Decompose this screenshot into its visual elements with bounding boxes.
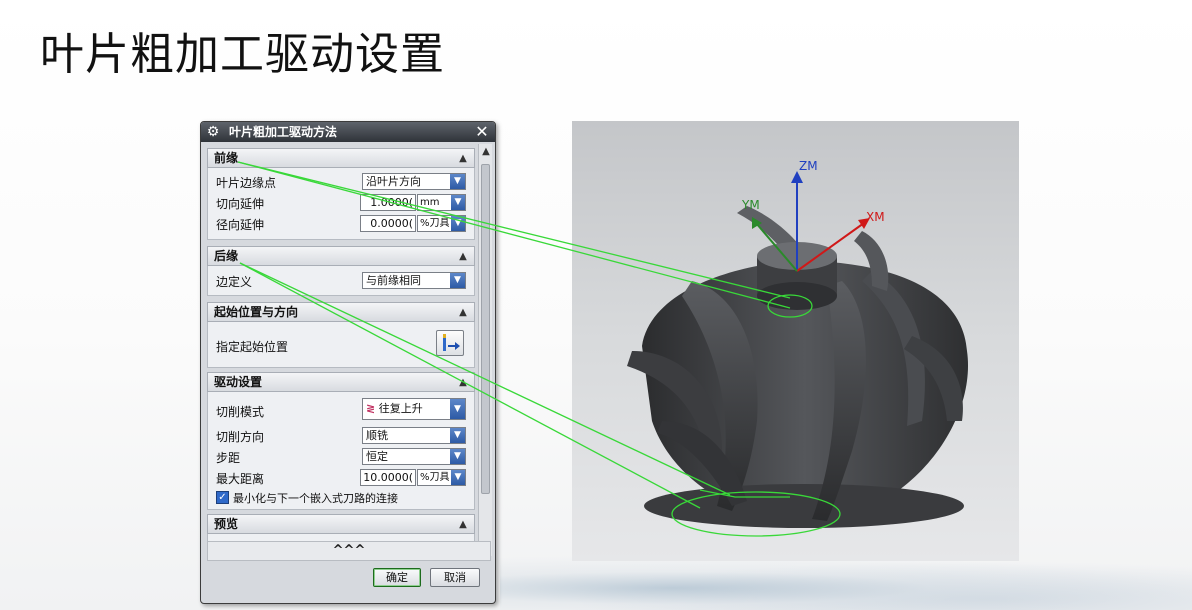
radial-extension-input[interactable]: 0.0000( xyxy=(360,215,416,232)
cut-direction-select[interactable]: 顺铣 ▼ xyxy=(362,427,466,444)
dropdown-arrow-icon: ▼ xyxy=(450,273,465,288)
section-start-position-label: 起始位置与方向 xyxy=(214,305,299,319)
dropdown-arrow-icon: ▼ xyxy=(451,470,465,485)
minimize-connection-label: 最小化与下一个嵌入式刀路的连接 xyxy=(233,492,398,505)
xm-label: XM xyxy=(866,210,885,224)
ym-label: YM xyxy=(741,198,760,212)
minimize-connection-checkbox[interactable]: ✓ xyxy=(216,491,229,504)
section-preview-label: 预览 xyxy=(214,517,239,531)
max-distance-input[interactable]: 10.0000( xyxy=(360,469,416,486)
collapse-chevron-icon[interactable]: ▲ xyxy=(456,374,470,390)
blade-rough-drive-dialog: ⚙ 叶片粗加工驱动方法 ✕ 前缘 ▲ 叶片边缘点 沿叶片方向 ▼ 切向延伸 1.… xyxy=(200,121,496,604)
section-leading-edge-body: 叶片边缘点 沿叶片方向 ▼ 切向延伸 1.0000( mm ▼ 径向延伸 0.0… xyxy=(207,168,475,240)
collapse-chevron-icon[interactable]: ▲ xyxy=(456,248,470,264)
cut-direction-label: 切削方向 xyxy=(216,430,265,444)
expand-toggle[interactable]: ^^^ xyxy=(207,541,491,561)
tangential-extension-input[interactable]: 1.0000( xyxy=(360,194,416,211)
section-leading-edge-label: 前缘 xyxy=(214,151,239,165)
ok-button[interactable]: 确定 xyxy=(373,568,421,587)
radial-extension-unit-select[interactable]: %刀具 ▼ xyxy=(417,215,466,232)
water-splash-decoration xyxy=(500,555,1192,610)
dropdown-arrow-icon: ▼ xyxy=(450,399,465,419)
collapse-chevron-icon[interactable]: ▲ xyxy=(456,150,470,166)
zigzag-pattern-icon: ≷ xyxy=(366,402,376,415)
slide-title: 叶片粗加工驱动设置 xyxy=(40,29,445,80)
section-start-position[interactable]: 起始位置与方向 ▲ xyxy=(207,302,475,322)
blade-edge-point-select[interactable]: 沿叶片方向 ▼ xyxy=(362,173,466,190)
scroll-up-icon[interactable]: ▲ xyxy=(479,146,493,160)
point-arrow-icon xyxy=(443,334,460,351)
gear-icon[interactable]: ⚙ xyxy=(205,124,221,140)
impeller-model: ZM XM YM xyxy=(627,159,969,528)
cut-pattern-select[interactable]: ≷ 往复上升 ▼ xyxy=(362,398,466,420)
blade-edge-point-label: 叶片边缘点 xyxy=(216,176,277,190)
section-preview[interactable]: 预览 ▲ xyxy=(207,514,475,534)
radial-extension-label: 径向延伸 xyxy=(216,218,265,232)
dropdown-arrow-icon: ▼ xyxy=(451,195,465,210)
cad-viewport[interactable]: ZM XM YM xyxy=(572,121,1019,561)
specify-start-button[interactable] xyxy=(436,330,464,356)
dropdown-arrow-icon: ▼ xyxy=(450,428,465,443)
section-trailing-edge[interactable]: 后缘 ▲ xyxy=(207,246,475,266)
impeller-base xyxy=(644,484,964,528)
close-icon[interactable]: ✕ xyxy=(473,123,491,141)
section-trailing-edge-body: 边定义 与前缘相同 ▼ xyxy=(207,266,475,296)
stepover-label: 步距 xyxy=(216,451,241,465)
edge-definition-label: 边定义 xyxy=(216,275,253,289)
collapse-chevron-icon[interactable]: ▲ xyxy=(456,304,470,320)
tangential-extension-label: 切向延伸 xyxy=(216,197,265,211)
edge-definition-select[interactable]: 与前缘相同 ▼ xyxy=(362,272,466,289)
section-drive-settings-label: 驱动设置 xyxy=(214,375,263,389)
tangential-extension-unit-select[interactable]: mm ▼ xyxy=(417,194,466,211)
cut-pattern-label: 切削模式 xyxy=(216,405,265,419)
section-drive-settings[interactable]: 驱动设置 ▲ xyxy=(207,372,475,392)
dialog-body: 前缘 ▲ 叶片边缘点 沿叶片方向 ▼ 切向延伸 1.0000( mm ▼ 径向延… xyxy=(203,144,477,556)
specify-start-label: 指定起始位置 xyxy=(216,340,289,354)
section-drive-settings-body: 切削模式 ≷ 往复上升 ▼ 切削方向 顺铣 ▼ 步距 恒定 ▼ 最大距离 10.… xyxy=(207,392,475,510)
dialog-titlebar: ⚙ 叶片粗加工驱动方法 ✕ xyxy=(201,122,495,142)
max-distance-label: 最大距离 xyxy=(216,472,265,486)
max-distance-unit-select[interactable]: %刀具 ▼ xyxy=(417,469,466,486)
zm-label: ZM xyxy=(799,159,818,173)
collapse-chevron-icon[interactable]: ▲ xyxy=(456,516,470,532)
scroll-thumb[interactable] xyxy=(481,164,490,494)
section-trailing-edge-label: 后缘 xyxy=(214,249,239,263)
dropdown-arrow-icon: ▼ xyxy=(451,216,465,231)
cancel-button[interactable]: 取消 xyxy=(430,568,480,587)
section-start-position-body: 指定起始位置 xyxy=(207,322,475,368)
hub-bottom xyxy=(757,282,837,310)
dropdown-arrow-icon: ▼ xyxy=(450,174,465,189)
dropdown-arrow-icon: ▼ xyxy=(450,449,465,464)
stepover-select[interactable]: 恒定 ▼ xyxy=(362,448,466,465)
dialog-title: 叶片粗加工驱动方法 xyxy=(229,125,338,139)
dialog-scrollbar[interactable]: ▲ ▼ xyxy=(478,144,492,556)
section-leading-edge[interactable]: 前缘 ▲ xyxy=(207,148,475,168)
